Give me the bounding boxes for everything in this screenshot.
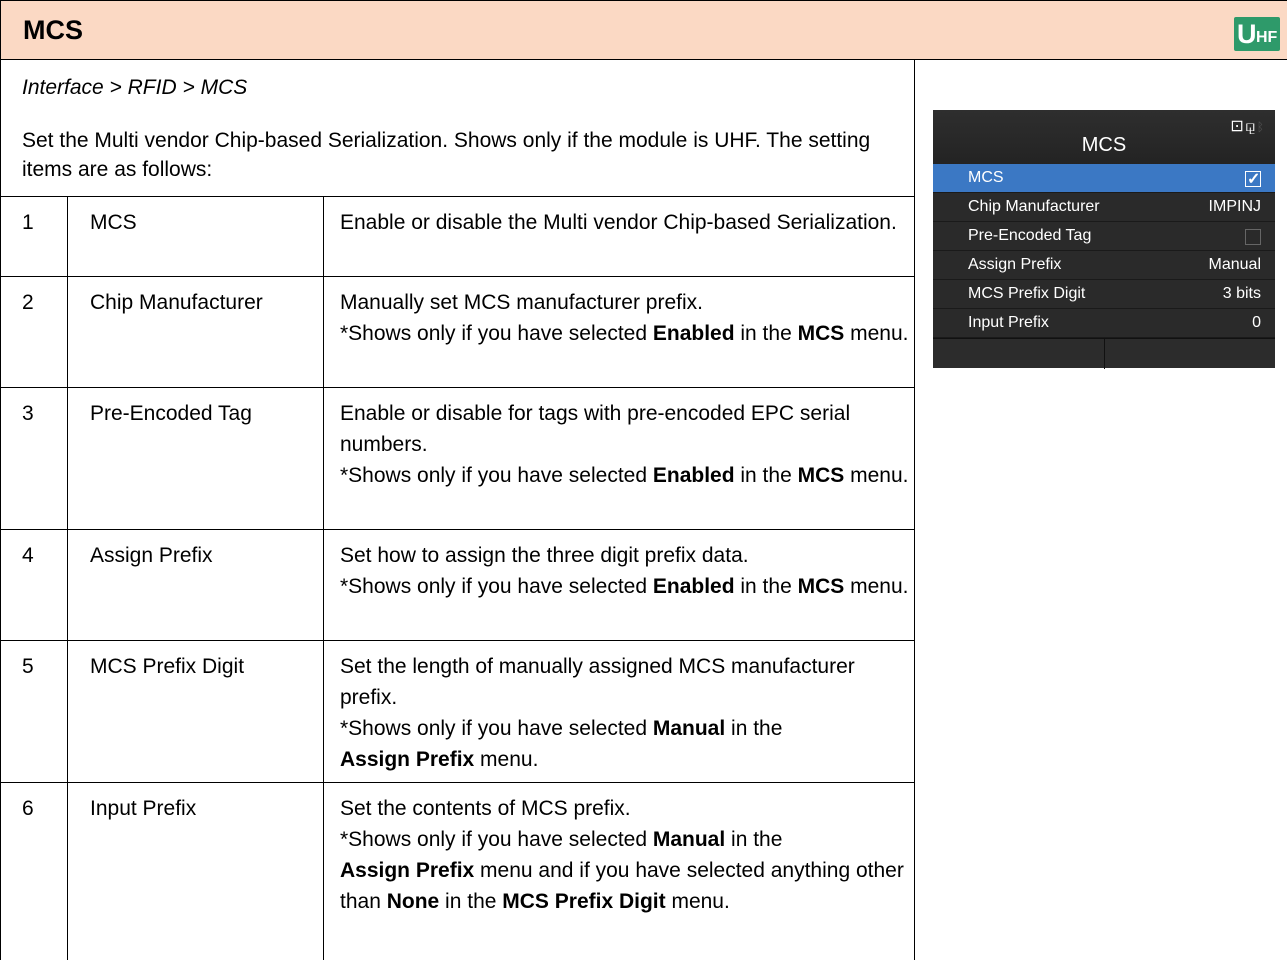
- row-note-bold: Assign Prefix: [340, 859, 475, 882]
- menu-item-label: Assign Prefix: [968, 256, 1062, 273]
- row-note-text: in the: [734, 575, 798, 598]
- table-row: 2 Chip Manufacturer Manually set MCS man…: [0, 277, 915, 388]
- menu-item-mcs-prefix-digit[interactable]: MCS Prefix Digit 3 bits: [933, 280, 1275, 309]
- menu-item-label: Input Prefix: [968, 314, 1049, 331]
- page-title: MCS: [23, 15, 83, 45]
- row-description: Manually set MCS manufacturer prefix. *S…: [340, 287, 910, 349]
- row-name: Chip Manufacturer: [90, 291, 263, 314]
- rfid-module-icon: ⊡: [1230, 118, 1245, 135]
- row-note-text: menu.: [844, 464, 909, 487]
- intro-text: Set the Multi vendor Chip-based Serializ…: [22, 129, 871, 181]
- row-note-text: *Shows only if you have selected: [340, 322, 653, 345]
- row-name: MCS: [90, 211, 137, 234]
- row-name: MCS Prefix Digit: [90, 655, 245, 678]
- row-note-bold: Manual: [652, 828, 726, 851]
- row-number: 6: [22, 797, 34, 820]
- row-note-text: in the: [439, 890, 503, 913]
- row-note-text: menu.: [665, 890, 730, 913]
- settings-table: 1 MCS Enable or disable the Multi vendor…: [0, 196, 915, 960]
- menu-item-assign-prefix[interactable]: Assign Prefix Manual: [933, 251, 1275, 280]
- menu-item-label: Chip Manufacturer: [968, 198, 1100, 215]
- uhf-badge-hf: HF: [1256, 29, 1278, 46]
- row-note-bold: Enabled: [652, 464, 735, 487]
- row-description: Enable or disable the Multi vendor Chip-…: [340, 211, 897, 234]
- row-description: Set the length of manually assigned MCS …: [340, 651, 910, 775]
- row-note-bold: MCS Prefix Digit: [502, 890, 666, 913]
- menu-item-value: IMPINJ: [1208, 198, 1261, 215]
- row-description: Set how to assign the three digit prefix…: [340, 540, 910, 602]
- row-desc-text: Enable or disable for tags with pre-enco…: [340, 402, 851, 456]
- row-note-text: in the: [734, 464, 798, 487]
- table-row: 3 Pre-Encoded Tag Enable or disable for …: [0, 388, 915, 530]
- network-icon: ⚼: [1244, 118, 1257, 135]
- uhf-badge: U HF: [1234, 17, 1280, 51]
- row-note-text: in the: [734, 322, 798, 345]
- display-softkey-bar: [933, 338, 1275, 369]
- menu-item-value: 3 bits: [1222, 285, 1261, 302]
- uhf-badge-u: U: [1237, 19, 1257, 49]
- menu-item-label: MCS: [968, 169, 1004, 186]
- display-menu-list: MCS Chip Manufacturer IMPINJ Pre-Encoded…: [933, 164, 1275, 338]
- section-header: MCS U HF: [0, 0, 1287, 60]
- menu-item-label: Pre-Encoded Tag: [968, 227, 1092, 244]
- row-note-bold: None: [386, 890, 440, 913]
- display-title: MCS: [1081, 134, 1127, 156]
- table-row: 6 Input Prefix Set the contents of MCS p…: [0, 783, 915, 960]
- menu-item-value: 0: [1252, 314, 1261, 331]
- breadcrumb: Interface > RFID > MCS: [22, 76, 248, 99]
- row-note-bold: Assign Prefix: [340, 748, 475, 771]
- row-note-text: menu.: [844, 322, 909, 345]
- row-name: Pre-Encoded Tag: [90, 402, 252, 425]
- row-note-text: menu.: [474, 748, 539, 771]
- row-note-text: in the: [725, 717, 783, 740]
- menu-item-chip-manufacturer[interactable]: Chip Manufacturer IMPINJ: [933, 193, 1275, 222]
- row-desc-text: Manually set MCS manufacturer prefix.: [340, 291, 703, 314]
- row-number: 2: [22, 291, 34, 314]
- content-area: Interface > RFID > MCS Set the Multi ven…: [0, 60, 915, 960]
- row-number: 3: [22, 402, 34, 425]
- printer-display: ⊡⚼ᛒ MCS MCS Chip Manufacturer IMPINJ Pre…: [933, 110, 1275, 369]
- menu-item-mcs[interactable]: MCS: [933, 164, 1275, 193]
- checkbox-checked-icon[interactable]: [1245, 169, 1261, 189]
- row-number: 5: [22, 655, 34, 678]
- table-row: 5 MCS Prefix Digit Set the length of man…: [0, 641, 915, 783]
- table-row: 4 Assign Prefix Set how to assign the th…: [0, 530, 915, 641]
- row-note-text: menu.: [844, 575, 909, 598]
- menu-item-input-prefix[interactable]: Input Prefix 0: [933, 309, 1275, 338]
- row-description: Enable or disable for tags with pre-enco…: [340, 398, 910, 491]
- row-note-bold: Manual: [652, 717, 726, 740]
- status-icons: ⊡⚼ᛒ: [1230, 116, 1265, 136]
- row-note-bold: Enabled: [652, 322, 735, 345]
- row-desc-text: Set the length of manually assigned MCS …: [340, 655, 855, 709]
- menu-item-label: MCS Prefix Digit: [968, 285, 1086, 302]
- row-note-bold: MCS: [797, 464, 845, 487]
- bluetooth-icon: ᛒ: [1256, 120, 1265, 134]
- row-note-text: *Shows only if you have selected: [340, 828, 653, 851]
- row-name: Input Prefix: [90, 797, 197, 820]
- checkbox-unchecked-icon[interactable]: [1245, 229, 1261, 245]
- row-note-bold: Enabled: [652, 575, 735, 598]
- row-description: Set the contents of MCS prefix. *Shows o…: [340, 793, 910, 917]
- row-note-text: *Shows only if you have selected: [340, 717, 653, 740]
- table-row: 1 MCS Enable or disable the Multi vendor…: [0, 197, 915, 277]
- row-name: Assign Prefix: [90, 544, 213, 567]
- row-note-text: *Shows only if you have selected: [340, 575, 653, 598]
- row-note-bold: MCS: [797, 322, 845, 345]
- row-note-text: in the: [725, 828, 783, 851]
- menu-item-pre-encoded-tag[interactable]: Pre-Encoded Tag: [933, 222, 1275, 251]
- softkey-divider: [1104, 339, 1105, 369]
- display-title-bar: ⊡⚼ᛒ MCS: [933, 110, 1275, 166]
- row-note-text: *Shows only if you have selected: [340, 464, 653, 487]
- row-number: 1: [22, 211, 34, 234]
- row-desc-text: Set how to assign the three digit prefix…: [340, 544, 749, 567]
- row-desc-text: Set the contents of MCS prefix.: [340, 797, 631, 820]
- row-number: 4: [22, 544, 34, 567]
- menu-item-value: Manual: [1208, 256, 1261, 273]
- row-note-bold: MCS: [797, 575, 845, 598]
